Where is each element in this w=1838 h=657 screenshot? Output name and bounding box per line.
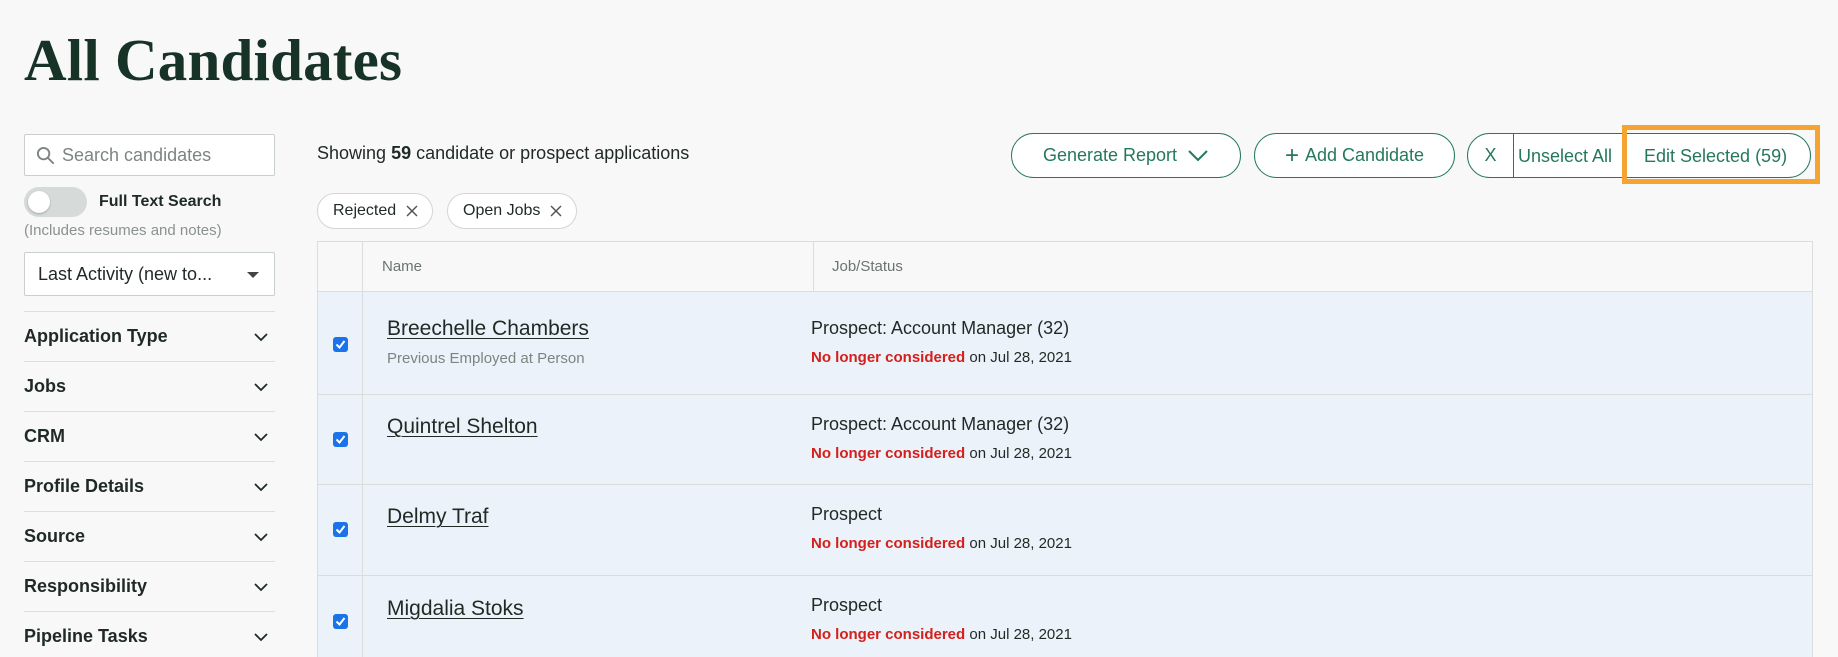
candidate-name-link[interactable]: Delmy Traf [387,505,489,529]
full-text-search-toggle[interactable] [24,187,87,217]
filter-label: Responsibility [24,576,148,596]
filter-label: Jobs [24,376,67,396]
row-checkbox[interactable] [333,432,348,447]
header-checkbox-cell [318,242,363,291]
chevron-down-icon [254,433,268,442]
full-text-search-label: Full Text Search [99,193,222,210]
checkbox-cell [318,485,363,575]
page-title: All Candidates [24,27,403,93]
filter-application-type[interactable]: Application Type [24,312,275,362]
filter-responsibility[interactable]: Responsibility [24,562,275,612]
chevron-down-icon [254,533,268,542]
checkbox-cell [318,576,363,657]
row-checkbox[interactable] [333,337,348,352]
showing-suffix: candidate or prospect applications [416,143,690,163]
showing-prefix: Showing [317,143,387,163]
status-date: on Jul 28, 2021 [969,626,1072,643]
application-status: No longer considered on Jul 28, 2021 [811,349,1072,366]
header-name-cell [364,242,814,291]
table-row: Quintrel Shelton Prospect: Account Manag… [318,395,1812,485]
checkmark-icon [335,340,346,350]
generate-report-label: Generate Report [1042,145,1178,165]
filter-label: Application Type [24,326,168,346]
close-icon[interactable] [406,205,418,217]
checkmark-icon [335,525,346,535]
table-header: Name Job/Status [318,242,1812,292]
status-flag: No longer considered [811,349,966,366]
job-title: Prospect [811,504,883,524]
filter-label: Source [24,526,86,546]
chevron-down-icon [1188,149,1208,161]
search-box [24,134,275,176]
toggle-knob [28,191,50,213]
unselect-all-button[interactable]: Unselect All [1518,146,1612,167]
filter-crm[interactable]: CRM [24,412,275,462]
status-date: on Jul 28, 2021 [969,349,1072,366]
checkmark-icon [335,435,346,445]
results-summary: Showing 59 candidate or prospect applica… [317,143,689,164]
sort-select[interactable]: Last Activity (new to... [24,252,275,296]
row-checkbox[interactable] [333,614,348,629]
edit-selected-button[interactable]: Edit Selected (59) [1644,146,1787,167]
filter-chip-open-jobs[interactable]: Open Jobs [447,193,578,229]
chip-label: Open Jobs [463,202,541,219]
filter-jobs[interactable]: Jobs [24,362,275,412]
candidate-subtitle: Previous Employed at Person [387,350,585,367]
filter-pipeline-tasks[interactable]: Pipeline Tasks [24,612,275,657]
sidebar: Full Text Search (Includes resumes and n… [24,134,275,657]
add-candidate-label: Add Candidate [1304,145,1425,165]
column-header-job-status[interactable]: Job/Status [832,258,903,275]
full-text-search-row: Full Text Search [24,187,275,217]
table-row: Migdalia Stoks Prospect No longer consid… [318,576,1812,657]
job-title: Prospect [811,595,883,615]
table-row: Delmy Traf Prospect No longer considered… [318,485,1812,576]
filter-label: CRM [24,426,65,446]
all-candidates-page: All Candidates Full Text Search (Include… [0,0,1838,657]
candidate-name-link[interactable]: Migdalia Stoks [387,597,524,621]
application-status: No longer considered on Jul 28, 2021 [811,535,1072,552]
chevron-down-icon [254,383,268,392]
filter-list: Application Type Jobs CRM Profile Detail… [24,311,275,657]
job-title: Prospect: Account Manager (32) [811,318,1070,338]
filter-label: Profile Details [24,476,145,496]
chevron-down-icon [254,583,268,592]
caret-down-icon [247,272,259,278]
full-text-search-hint: (Includes resumes and notes) [24,222,222,239]
clear-selection-button[interactable]: X [1468,134,1514,177]
status-date: on Jul 28, 2021 [969,535,1072,552]
add-candidate-button[interactable]: + Add Candidate [1254,133,1455,178]
status-flag: No longer considered [811,445,966,462]
job-title: Prospect: Account Manager (32) [811,414,1070,434]
filter-profile-details[interactable]: Profile Details [24,462,275,512]
chevron-down-icon [254,483,268,492]
chip-label: Rejected [333,202,397,219]
search-icon [36,146,55,165]
filter-source[interactable]: Source [24,512,275,562]
checkbox-cell [318,395,363,484]
status-flag: No longer considered [811,535,966,552]
selection-button-group: X Unselect All Edit Selected (59) [1467,133,1811,178]
checkmark-icon [335,617,346,627]
application-status: No longer considered on Jul 28, 2021 [811,626,1072,643]
filter-label: Pipeline Tasks [24,626,148,646]
row-checkbox[interactable] [333,522,348,537]
table-row: Breechelle Chambers Previous Employed at… [318,292,1812,395]
close-icon[interactable] [550,205,562,217]
status-date: on Jul 28, 2021 [969,445,1072,462]
sort-select-value: Last Activity (new to... [38,264,213,284]
status-flag: No longer considered [811,626,966,643]
checkbox-cell [318,292,363,394]
column-header-name[interactable]: Name [382,258,422,275]
results-count: 59 [391,143,412,163]
generate-report-button[interactable]: Generate Report [1011,133,1241,178]
application-status: No longer considered on Jul 28, 2021 [811,445,1072,462]
chevron-down-icon [254,633,268,642]
filter-chip-rejected[interactable]: Rejected [317,193,434,229]
chevron-down-icon [254,333,268,342]
candidate-name-link[interactable]: Quintrel Shelton [387,415,538,439]
search-input[interactable] [62,135,267,175]
candidates-table: Name Job/Status Breechelle Chambers Prev… [317,241,1813,657]
candidate-name-link[interactable]: Breechelle Chambers [387,317,589,341]
plus-icon: + [1284,141,1299,169]
